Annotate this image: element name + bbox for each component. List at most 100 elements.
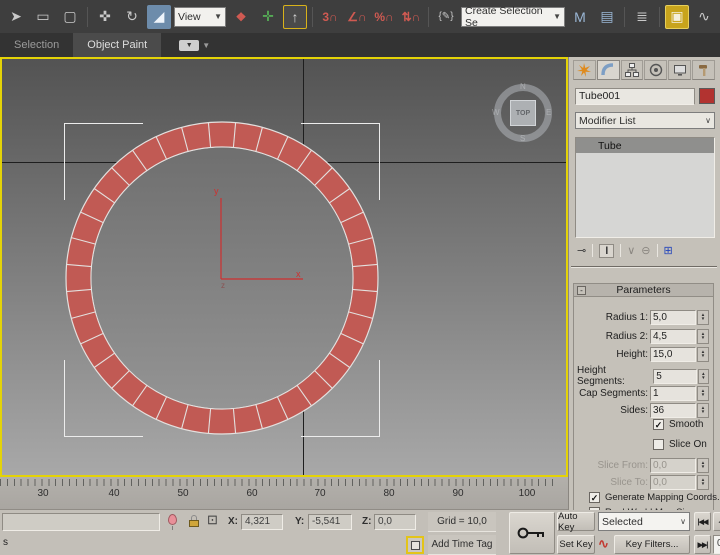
radius2-label: Radius 2: [606,331,648,342]
current-frame-field[interactable]: 0 [713,535,720,554]
viewcube[interactable]: TOP N S W E [494,84,552,142]
configure-modifier-sets-icon[interactable]: ⊞ [664,244,673,257]
cap-segments-label: Cap Segments: [579,388,648,399]
select-and-manipulate-icon[interactable]: ✛ [256,5,280,29]
object-name-field[interactable]: Tube001 [575,88,695,105]
track-bar[interactable]: 30 40 50 60 70 80 90 100 [0,477,568,510]
radius2-field[interactable]: 4,5 [650,329,696,344]
parameters-rollout-header[interactable]: - Parameters [573,283,714,297]
radius1-field[interactable]: 5,0 [650,310,696,325]
auto-key-button[interactable]: Auto Key [557,512,595,531]
balloon-icon[interactable] [168,514,177,525]
rectangular-selection-icon[interactable]: ▭ [31,5,55,29]
rotate-icon[interactable]: ↻ [120,5,144,29]
radius1-spinner[interactable]: ▲▼ [697,310,709,325]
key-filters-button[interactable]: Key Filters... [614,535,690,554]
reference-coordinate-combo[interactable]: View ▼ [174,7,226,27]
slice-from-label: Slice From: [597,460,648,471]
viewcube-top-face[interactable]: TOP [510,100,536,126]
axis-z-label: z [221,281,225,290]
selection-set-keying-dropdown[interactable]: Selected ∨ [598,512,690,531]
move-icon[interactable]: ✜ [93,5,117,29]
set-key-button[interactable]: Set Key [557,535,595,554]
height-field[interactable]: 15,0 [650,347,696,362]
keyboard-override-icon[interactable]: ↑ [283,5,307,29]
show-end-result-icon[interactable]: I [599,244,614,258]
absolute-mode-icon[interactable]: ⊡ [207,512,218,528]
viewport-top[interactable]: y x z TOP N S W E [0,57,568,477]
stack-item-tube[interactable]: Tube [576,138,714,153]
tab-create[interactable] [573,60,596,80]
frame-label: 90 [452,488,463,499]
x-coord-field[interactable]: 4,321 [241,514,283,530]
tab-hierarchy[interactable] [621,60,644,80]
viewcube-west-label: W [492,108,500,117]
ribbon-minimize-dropdown[interactable]: ▼ ▼ [179,33,210,57]
cap-segments-field[interactable]: 1 [650,386,696,401]
smooth-row: ✓ Smooth [653,419,703,430]
percent-snap-icon[interactable]: %∩ [372,5,396,29]
curve-editor-icon[interactable]: ∿ [692,5,716,29]
add-time-tag[interactable]: Add Time Tag [428,535,496,555]
select-object-icon[interactable]: ➤ [4,5,28,29]
layer-manager-icon[interactable]: ≣ [630,5,654,29]
toolbar-separator [592,244,593,257]
collapse-icon[interactable]: - [577,286,586,295]
motion-icon [649,63,663,77]
z-coord-field[interactable]: 0,0 [374,514,416,530]
y-coord-field[interactable]: -5,541 [308,514,352,530]
modifier-list-dropdown[interactable]: Modifier List ∨ [575,112,715,129]
radius2-spinner[interactable]: ▲▼ [697,329,709,344]
paint-selection-icon[interactable]: ▢ [58,5,82,29]
key-icon [517,526,547,540]
height-spinner[interactable]: ▲▼ [697,347,709,362]
spinner-snap-icon[interactable]: ⇅∩ [399,5,423,29]
create-selection-set-combo[interactable]: Create Selection Se ▼ [461,7,565,27]
height-segments-spinner[interactable]: ▲▼ [698,369,709,384]
make-unique-icon[interactable]: ∨ [627,244,635,257]
smooth-checkbox[interactable]: ✓ [653,419,664,430]
selection-lock-icon[interactable] [186,513,202,529]
isolate-cube-button[interactable] [406,536,424,554]
parameters-title: Parameters [616,284,670,296]
snap-3d-icon[interactable]: 3∩ [318,5,342,29]
slice-to-field: 0,0 [650,475,696,490]
tab-display[interactable] [668,60,691,80]
previous-frame-button[interactable]: ◀ [713,512,720,531]
scale-icon[interactable]: ◢ [147,5,171,29]
tab-modify[interactable] [597,60,620,80]
cap-segments-spinner[interactable]: ▲▼ [697,386,709,401]
edit-named-selection-sets-icon[interactable]: {✎} [434,5,458,29]
chevron-down-icon: ▼ [202,41,210,50]
object-color-swatch[interactable] [699,88,715,104]
next-frame-button[interactable]: ▶▶| [694,535,711,554]
param-row-sides: Sides: 36 ▲▼ [577,402,709,418]
ribbon-toggle-icon[interactable]: ▣ [665,5,689,29]
status-field[interactable] [2,513,160,531]
sides-field[interactable]: 36 [650,403,696,418]
mirror-icon[interactable]: M [568,5,592,29]
align-icon[interactable]: ▤ [595,5,619,29]
tab-selection[interactable]: Selection [0,33,73,57]
frame-label: 30 [37,488,48,499]
set-keys-button[interactable] [509,512,555,554]
angle-snap-icon[interactable]: ∠∩ [345,5,369,29]
param-row-radius1: Radius 1: 5,0 ▲▼ [577,309,709,325]
toolbar-separator [312,7,313,27]
slice-on-checkbox[interactable] [653,439,664,450]
selection-bracket-bottom-right [301,360,380,437]
use-pivot-point-center-icon[interactable]: ❖ [229,5,253,29]
go-to-start-button[interactable]: |◀◀ [694,512,711,531]
remove-modifier-icon[interactable]: ⊖ [641,244,650,257]
utilities-icon [697,63,711,77]
modifier-stack[interactable]: Tube [575,137,715,238]
generate-mapping-checkbox[interactable]: ✓ [589,492,600,503]
y-coord-label: Y: [295,516,304,527]
sides-spinner[interactable]: ▲▼ [697,403,709,418]
height-segments-field[interactable]: 5 [653,369,696,384]
default-in-out-tangents-icon[interactable]: ∿ [598,536,609,552]
tab-motion[interactable] [644,60,667,80]
tab-utilities[interactable] [692,60,715,80]
tab-object-paint[interactable]: Object Paint [73,33,161,57]
pin-stack-icon[interactable]: ⊸ [577,244,586,257]
